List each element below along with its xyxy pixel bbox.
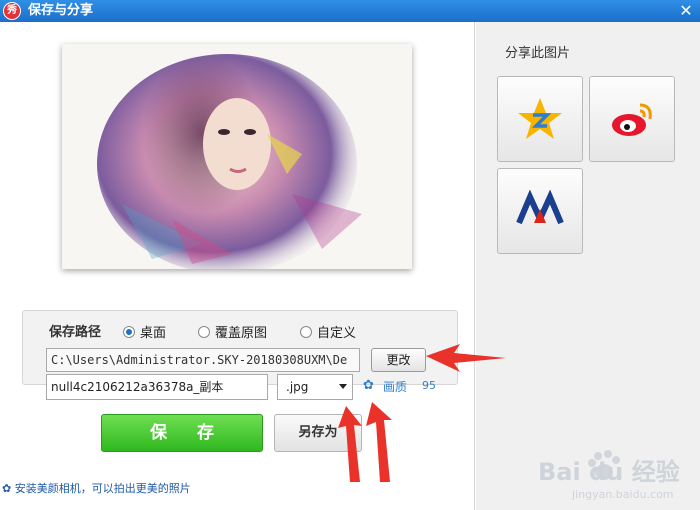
extension-select[interactable]: .jpg [277, 374, 353, 400]
radio-custom[interactable]: 自定义 [300, 322, 356, 341]
baidu-paw-logo: Bai du 经验 jingyan.baidu.com [538, 450, 680, 501]
share-renren-button[interactable] [497, 168, 583, 254]
bottom-hint[interactable]: ✿ 安装美颜相机，可以拍出更美的照片 [2, 480, 191, 496]
save-button[interactable]: 保 存 [101, 414, 263, 452]
share-panel: 分享此图片 [476, 22, 700, 510]
extension-value: .jpg [286, 380, 309, 394]
meitu-app-icon: 秀 [3, 2, 21, 20]
radio-dot [198, 325, 210, 338]
change-path-button[interactable]: 更改 [371, 348, 426, 372]
red-arrow-to-quality [366, 402, 392, 482]
watermark-text: Bai du 经验 [538, 458, 680, 486]
watermark-subtext: jingyan.baidu.com [571, 488, 674, 501]
share-weibo-button[interactable] [589, 76, 675, 162]
weibo-icon [612, 103, 652, 136]
save-share-dialog: 秀 保存与分享 ✕ 保存路径 桌面 覆盖原图 自定义 C:\Users\Admi… [0, 0, 700, 510]
quality-link[interactable]: 画质 [383, 378, 407, 395]
share-qzone-button[interactable] [497, 76, 583, 162]
save-path-label: 保存路径 [49, 325, 102, 340]
radio-label: 桌面 [140, 326, 167, 341]
baidu-jingyan-watermark: Bai du 经验 jingyan.baidu.com [536, 446, 696, 502]
radio-desktop[interactable]: 桌面 [123, 322, 166, 341]
main-panel: 保存路径 桌面 覆盖原图 自定义 C:\Users\Administrator.… [0, 22, 475, 510]
radio-label: 覆盖原图 [215, 326, 268, 341]
close-icon: ✕ [679, 1, 693, 20]
radio-overwrite-original[interactable]: 覆盖原图 [198, 322, 267, 341]
gear-icon[interactable]: ✿ [363, 379, 377, 393]
radio-label: 自定义 [317, 326, 357, 341]
window-title: 保存与分享 [28, 3, 94, 18]
share-title: 分享此图片 [505, 46, 571, 61]
preview-image [62, 44, 412, 269]
dropdown-caret-icon [339, 384, 347, 389]
save-path-input[interactable]: C:\Users\Administrator.SKY-20180308UXM\D… [46, 348, 360, 372]
radio-dot-selected [123, 325, 135, 338]
renren-icon [516, 189, 564, 225]
title-bar[interactable]: 秀 保存与分享 ✕ [0, 0, 700, 22]
image-preview [62, 44, 412, 269]
filename-input[interactable]: null4c2106212a36378a_副本 [46, 374, 268, 400]
radio-dot [300, 325, 312, 338]
close-button[interactable]: ✕ [676, 1, 696, 21]
quality-value: 95 [422, 379, 436, 392]
qzone-icon [518, 98, 562, 139]
red-arrow-to-change [426, 344, 506, 372]
